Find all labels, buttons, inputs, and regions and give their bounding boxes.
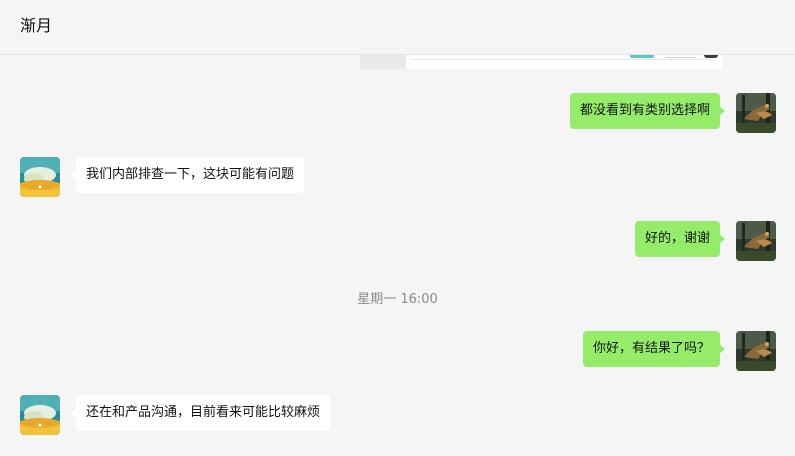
- cropped-image-message[interactable]: [360, 55, 722, 69]
- contact-avatar[interactable]: [20, 395, 60, 435]
- my-avatar[interactable]: [736, 93, 776, 133]
- incoming-message[interactable]: 我们内部排查一下，这块可能有问题: [70, 157, 305, 193]
- incoming-message[interactable]: 还在和产品沟通，目前看来可能比较麻烦: [70, 395, 331, 431]
- my-avatar[interactable]: [736, 221, 776, 261]
- bird-photo-avatar-icon: [736, 93, 776, 133]
- image-accent: [630, 55, 654, 58]
- chat-header: 渐月: [0, 0, 795, 55]
- outgoing-message[interactable]: 你好，有结果了吗？: [582, 331, 726, 367]
- outgoing-message[interactable]: 都没看到有类别选择啊: [569, 93, 726, 129]
- timestamp-divider: 星期一 16:00: [357, 292, 438, 307]
- my-avatar[interactable]: [736, 331, 776, 371]
- image-corner: [704, 55, 718, 58]
- landscape-avatar-icon: [20, 395, 60, 435]
- image-line: [666, 57, 696, 58]
- contact-avatar[interactable]: [20, 157, 60, 197]
- chat-title: 渐月: [20, 16, 53, 35]
- image-divider: [412, 59, 712, 60]
- bird-photo-avatar-icon: [736, 221, 776, 261]
- landscape-avatar-icon: [20, 157, 60, 197]
- bird-photo-avatar-icon: [736, 331, 776, 371]
- outgoing-message[interactable]: 好的，谢谢: [634, 221, 726, 257]
